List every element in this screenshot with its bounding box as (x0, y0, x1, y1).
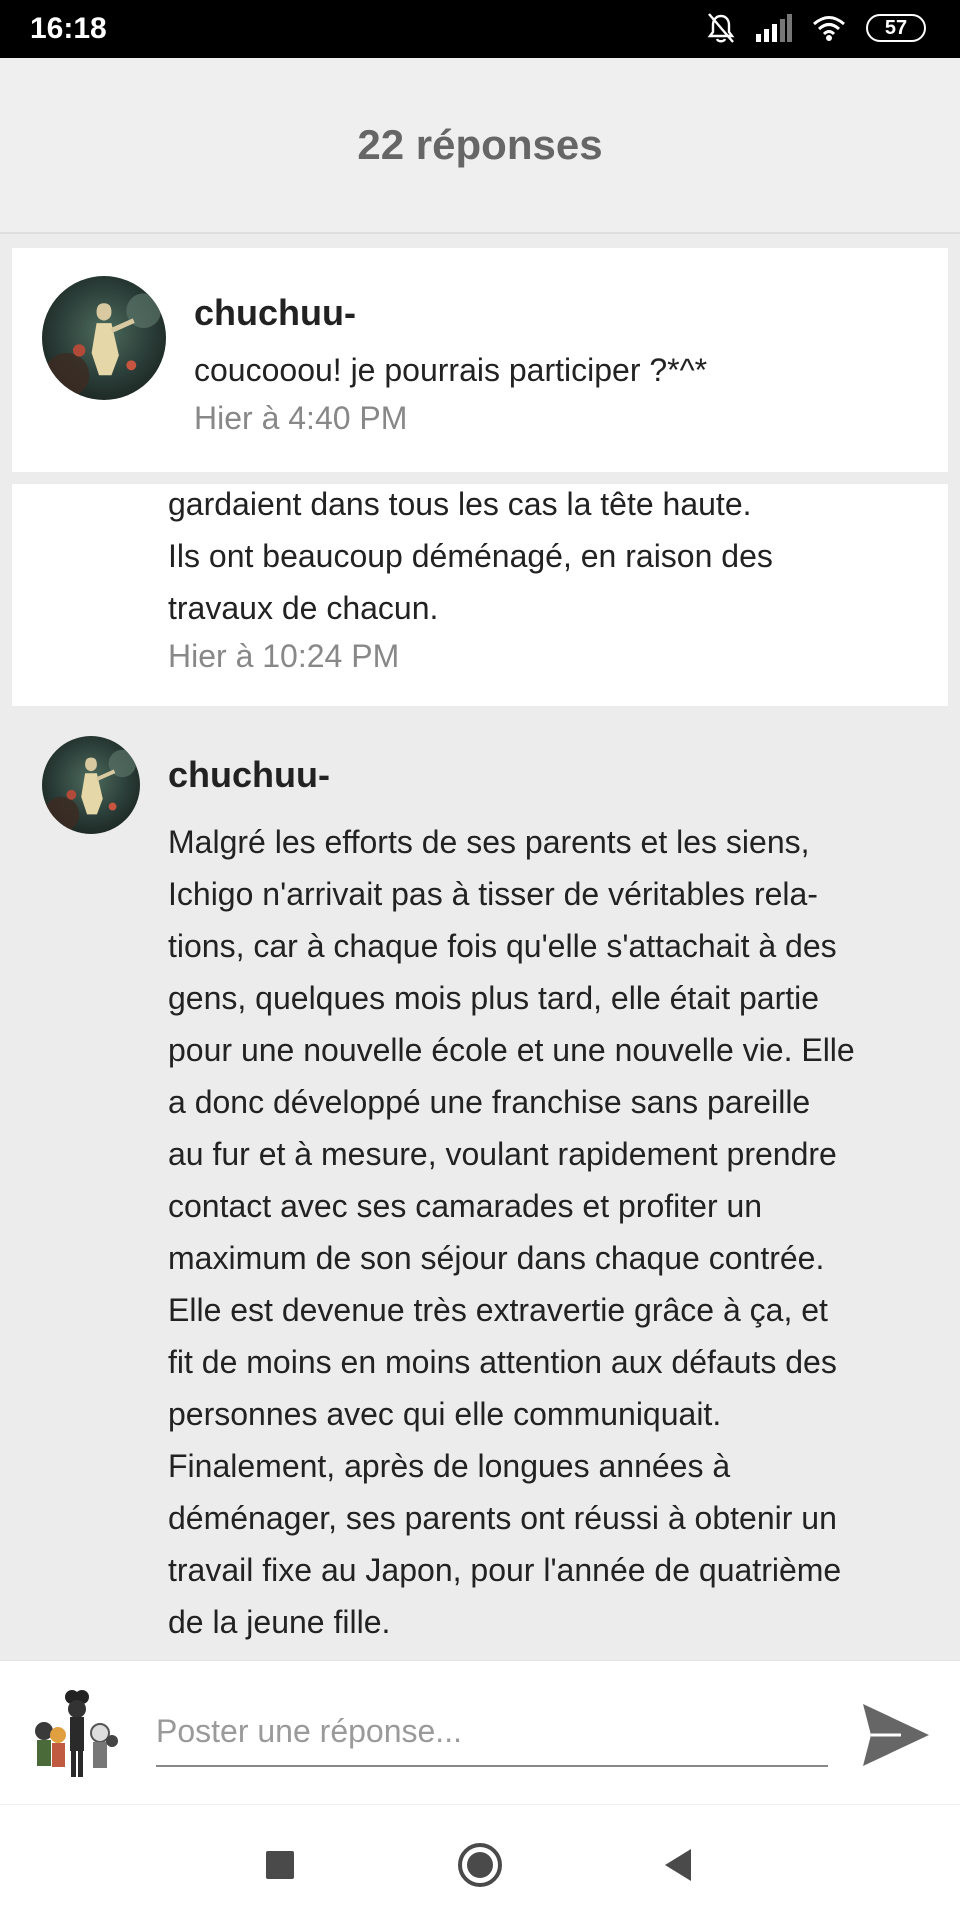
avatar[interactable] (42, 276, 166, 400)
message-line: fit de moins en moins attention aux défa… (168, 1344, 837, 1380)
page-title: 22 réponses (357, 121, 603, 168)
status-time: 16:18 (30, 12, 107, 45)
recents-square-icon (266, 1851, 294, 1879)
home-circle-icon (458, 1843, 502, 1887)
reply-composer (0, 1660, 960, 1804)
status-bar: 16:18 57 (0, 0, 960, 58)
message-line: Elle est devenue très extravertie grâce … (168, 1292, 828, 1328)
message-line: gardaient dans tous les cas la tête haut… (168, 486, 752, 522)
back-button[interactable] (654, 1841, 702, 1889)
post-item[interactable]: chuchuu- Malgré les efforts de ses paren… (0, 720, 960, 1660)
message-line: Malgré les efforts de ses parents et les… (168, 824, 810, 860)
send-icon (863, 1704, 929, 1766)
message-line: Ichigo n'arrivait pas à tisser de vérita… (168, 876, 818, 912)
post-timestamp: Hier à 4:40 PM (194, 400, 408, 436)
recents-button[interactable] (256, 1841, 304, 1889)
battery-icon: 57 (866, 14, 926, 42)
message-line: Finalement, après de longues années à (168, 1448, 731, 1484)
post-card[interactable]: chuchuu- coucooou! je pourrais participe… (12, 248, 948, 472)
message-line: de la jeune fille. (168, 1604, 391, 1640)
post-card[interactable]: gardaient dans tous les cas la tête haut… (12, 484, 948, 706)
send-button[interactable] (858, 1697, 934, 1773)
message-line: maximum de son séjour dans chaque contré… (168, 1240, 825, 1276)
mute-bell-icon (707, 13, 735, 43)
message-line: pour une nouvelle école et une nouvelle … (168, 1032, 855, 1068)
message-line: contact avec ses camarades et profiter u… (168, 1188, 763, 1224)
message-line: déménager, ses parents ont réussi à obte… (168, 1500, 837, 1536)
message-line: personnes avec qui elle communiquait. (168, 1396, 722, 1432)
user-avatar[interactable] (24, 1685, 124, 1781)
back-triangle-icon (665, 1849, 691, 1881)
message-line: tions, car à chaque fois qu'elle s'attac… (168, 928, 837, 964)
message-line: travaux de chacun. (168, 590, 439, 626)
header: 22 réponses (0, 58, 960, 234)
status-icons: 57 (706, 12, 926, 44)
post-author[interactable]: chuchuu- (194, 292, 356, 334)
post-message: Malgré les efforts de ses parents et les… (168, 816, 928, 1648)
home-button[interactable] (456, 1841, 504, 1889)
battery-level: 57 (884, 16, 908, 39)
message-line: travail fixe au Japon, pour l'année de q… (168, 1552, 842, 1588)
post-timestamp: Hier à 10:24 PM (168, 638, 400, 674)
message-line: a donc développé une franchise sans pare… (168, 1084, 811, 1120)
reply-input[interactable] (156, 1697, 828, 1767)
post-author[interactable]: chuchuu- (168, 754, 330, 796)
post-message: coucooou! je pourrais participer ?*^* (194, 352, 708, 388)
message-line: gens, quelques mois plus tard, elle étai… (168, 980, 820, 1016)
post-message: gardaient dans tous les cas la tête haut… (168, 478, 908, 634)
message-line: au fur et à mesure, voulant rapidement p… (168, 1136, 837, 1172)
system-nav-bar (0, 1804, 960, 1920)
wifi-icon (813, 16, 845, 41)
message-line: Ils ont beaucoup déménagé, en raison des (168, 538, 773, 574)
signal-icon (756, 14, 792, 42)
avatar[interactable] (42, 736, 140, 834)
